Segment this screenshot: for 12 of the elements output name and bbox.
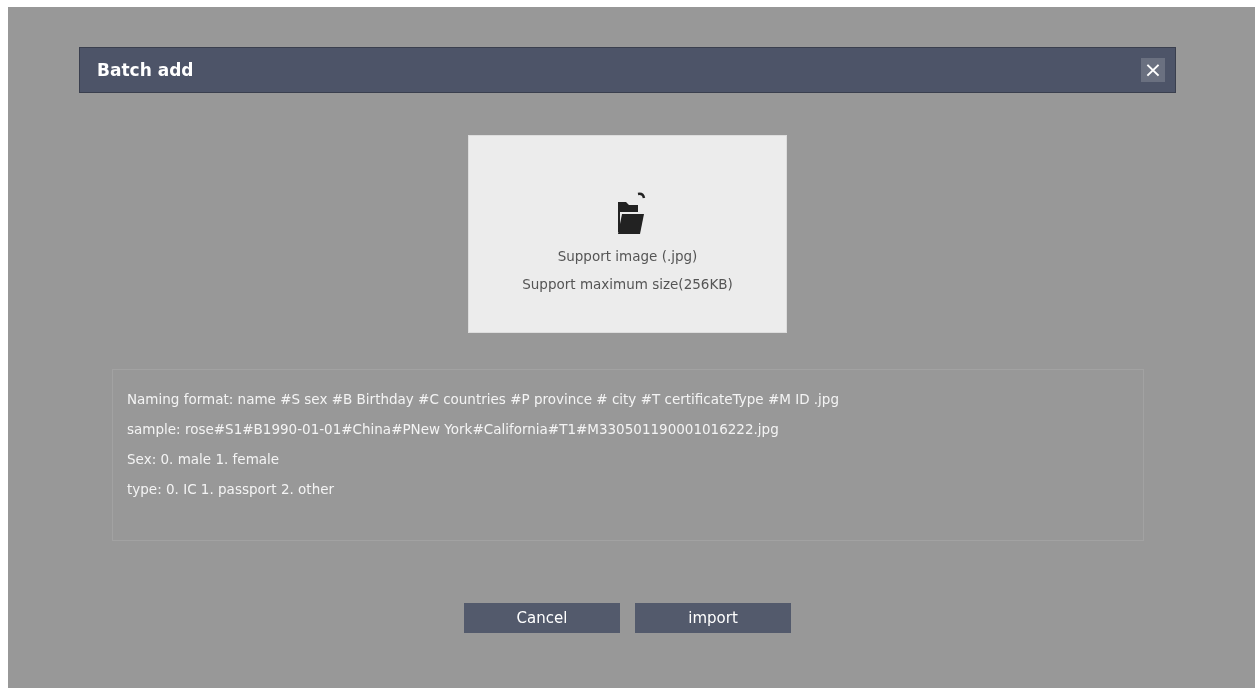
upload-area[interactable]: Support image (.jpg) Support maximum size(256KB) (468, 135, 787, 333)
import-button[interactable]: import (635, 603, 791, 633)
info-text: type: 0. IC 1. passport 2. other (127, 480, 336, 498)
info-text: Sex: 0. male 1. female (127, 450, 281, 468)
upload-hint: Support image (.jpg) (557, 248, 698, 264)
close-button[interactable]: × (1141, 58, 1165, 82)
info-text: sample: rose#S1#B1990-01-01#China#PNew York#California#T1#M330501190001016222.jpg (127, 420, 780, 438)
folder-icon (615, 192, 646, 236)
cancel-button[interactable]: Cancel (464, 603, 620, 633)
upload-hint: Support maximum size(256KB) (522, 276, 733, 292)
dialog-title: Batch add (97, 60, 194, 80)
info-text: Naming format: name #S sex #B Birthday #C countries #P province # city #T certificateType #M ID .jpg (127, 390, 840, 408)
